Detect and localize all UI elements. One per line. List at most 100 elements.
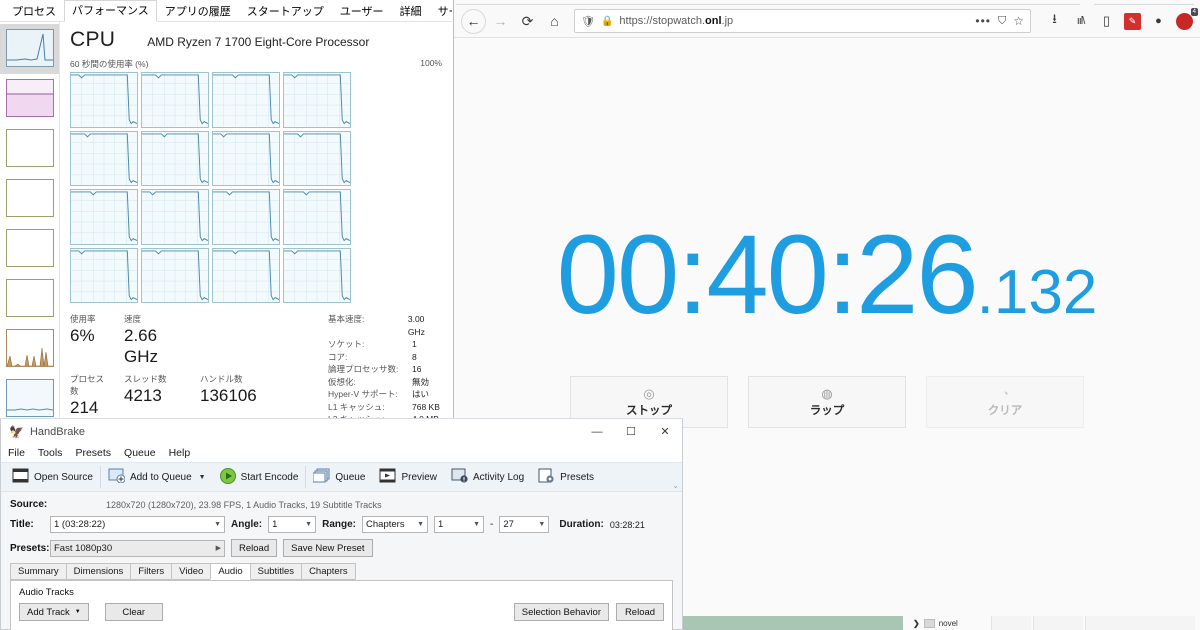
range-from-value: 1 [438,519,444,530]
library-icon[interactable]: ııl\ [1072,13,1089,30]
chevron-down-icon: ▼ [198,473,206,481]
clear-tracks-button[interactable]: Clear [104,603,163,621]
handbrake-menubar[interactable]: File Tools Presets Queue Help [1,444,682,462]
threads-label: スレッド数 [124,374,167,384]
logical-processor-graph-15[interactable] [283,247,351,303]
angle-select[interactable]: 1 ▼ [268,516,317,533]
handbrake-tab-chapters[interactable]: Chapters [301,563,356,580]
handbrake-start-encode-button[interactable]: Start Encode [213,462,306,492]
url-prefix: https://stopwatch. [619,15,706,27]
task-manager-sidebar-item-7[interactable]: GPU 0NVIDIA GeForce G...14% (28 °C) [0,374,59,424]
range-type-select[interactable]: Chapters ▼ [362,516,429,533]
presets-select[interactable]: Fast 1080p30 ▶ [50,539,225,557]
range-from-select[interactable]: 1 ▼ [434,516,485,533]
address-bar[interactable]: 🛡 🔒 https://stopwatch.onl.jp ••• ⛉ ☆ [574,9,1031,33]
downloads-icon[interactable]: ⭳ [1046,11,1063,30]
logical-processor-graph-12[interactable] [70,247,138,303]
task-manager-sidebar[interactable]: CPU6% 2.66 GHzメモリ8.0/16.0 GB (50%)ディスク 0… [0,22,60,424]
handbrake-tab-summary[interactable]: Summary [10,563,67,580]
handbrake-tabstrip[interactable]: Summary Dimensions Filters Video Audio Subtit… [1,563,682,580]
task-manager-tab-1[interactable]: パフォーマンス [64,0,157,22]
handbrake-menu-tools[interactable]: Tools [38,447,63,459]
browser-tabstrip[interactable] [454,0,1200,5]
forward-icon[interactable]: → [488,9,513,34]
task-manager-sidebar-item-1[interactable]: メモリ8.0/16.0 GB (50%) [0,74,59,124]
task-manager-tab-4[interactable]: ユーザー [332,1,392,22]
pocket-icon[interactable]: ⛉ [998,15,1006,28]
selection-behavior-button[interactable]: Selection Behavior [513,603,609,621]
save-new-preset-button[interactable]: Save New Preset [283,539,373,557]
chevron-down-icon: ▼ [214,521,221,528]
handbrake-menu-presets[interactable]: Presets [75,447,111,459]
task-manager-tab-2[interactable]: アプリの履歴 [157,1,239,22]
title-select[interactable]: 1 (03:28:22) ▼ [50,516,225,533]
extension-abp-icon[interactable]: 4 [1176,7,1198,30]
minimize-button[interactable]: — [580,419,614,444]
task-manager-tab-0[interactable]: プロセス [4,1,64,22]
handbrake-add-to-queue-button[interactable]: Add to Queue ▼ [101,462,213,492]
cpu-header: CPU AMD Ryzen 7 1700 Eight-Core Processo… [70,28,442,52]
reload-button[interactable]: Reload [231,539,278,557]
handbrake-presets-button[interactable]: Presets [531,462,601,492]
logical-processor-graph-1[interactable] [141,72,209,128]
stopwatch-lap-button[interactable]: ◍ ラップ [748,376,906,428]
logical-processor-graph-6[interactable] [212,130,280,186]
logical-processor-graph-10[interactable] [212,189,280,245]
back-icon[interactable]: ← [461,8,486,34]
task-manager-tab-6[interactable]: サービス [430,1,452,22]
cpu-detail-row-4: 仮想化: 無効 [328,376,442,389]
handbrake-queue-button[interactable]: Queue [306,462,372,492]
handbrake-menu-help[interactable]: Help [169,447,191,459]
task-manager-sidebar-item-3[interactable]: ディスク 1 (E:)HDD0% [0,174,59,224]
logical-processor-graph-3[interactable] [283,72,351,128]
background-cell [1085,616,1195,630]
handbrake-menu-queue[interactable]: Queue [124,447,156,459]
task-manager-sidebar-item-6[interactable]: イーサネットイーサネット 2送信: 0 受信: 0 Kbps [0,324,59,374]
handbrake-tab-filters[interactable]: Filters [130,563,173,580]
handles-value: 136106 [200,386,257,405]
add-track-button[interactable]: Add Track ▼ [19,603,89,621]
task-manager-tab-5[interactable]: 詳細 [392,1,430,22]
logical-processor-graph-5[interactable] [141,130,209,186]
logical-processor-graph-14[interactable] [212,247,280,303]
logical-processor-graph-8[interactable] [70,189,138,245]
lock-icon[interactable]: 🔒 [601,16,613,27]
handbrake-tab-dimensions[interactable]: Dimensions [65,563,132,580]
handbrake-preview-button[interactable]: Preview [372,462,444,492]
browser-navbar: ← → ⟳ ⌂ 🛡 🔒 https://stopwatch.onl.jp •••… [454,5,1200,38]
handbrake-tab-subtitles[interactable]: Subtitles [249,563,303,580]
extension-red-icon[interactable]: ✎ [1124,12,1141,30]
page-actions-icon[interactable]: ••• [975,14,991,28]
logical-processor-graph-2[interactable] [212,72,280,128]
range-to-select[interactable]: 27 ▼ [499,516,550,533]
logical-processor-graph-9[interactable] [141,189,209,245]
bookmark-star-icon[interactable]: ☆ [1013,14,1024,28]
logical-processor-graph-11[interactable] [283,189,351,245]
logical-processor-grid[interactable] [70,72,351,303]
task-manager-tab-3[interactable]: スタートアップ [239,1,332,22]
logical-processor-graph-4[interactable] [70,130,138,186]
logical-processor-graph-13[interactable] [141,247,209,303]
maximize-button[interactable]: ☐ [614,419,648,444]
reload-icon[interactable]: ⟳ [515,9,540,34]
task-manager-sidebar-item-0[interactable]: CPU6% 2.66 GHz [0,24,59,74]
cpu-detail-value: 768 KB [411,401,440,412]
home-icon[interactable]: ⌂ [542,9,567,34]
handbrake-open-source-button[interactable]: Open Source [5,462,100,492]
handbrake-menu-file[interactable]: File [8,447,25,459]
toolbar-overflow-icon[interactable]: ⌄ [672,481,679,490]
sidebar-icon[interactable]: ▯ [1098,13,1115,30]
logical-processor-graph-7[interactable] [283,130,351,186]
handbrake-activity-log-button[interactable]: Activity Log [444,462,531,492]
task-manager-sidebar-item-2[interactable]: ディスク 0 (D:)HDD0% [0,124,59,174]
extension-ball-icon[interactable]: ● [1150,13,1167,30]
cpu-detail-value: 16 [411,364,422,374]
task-manager-sidebar-item-5[interactable]: ディスク 3 (F:)リムーバブル0% [0,274,59,324]
shield-icon[interactable]: 🛡 [581,15,595,28]
logical-processor-graph-0[interactable] [70,72,138,128]
handbrake-tab-video[interactable]: Video [171,563,212,580]
audio-reload-button[interactable]: Reload [616,603,664,621]
handbrake-tab-audio[interactable]: Audio [210,563,251,580]
close-button[interactable]: ✕ [648,419,682,444]
task-manager-sidebar-item-4[interactable]: ディスク 2 (C:)SSD1% [0,224,59,274]
